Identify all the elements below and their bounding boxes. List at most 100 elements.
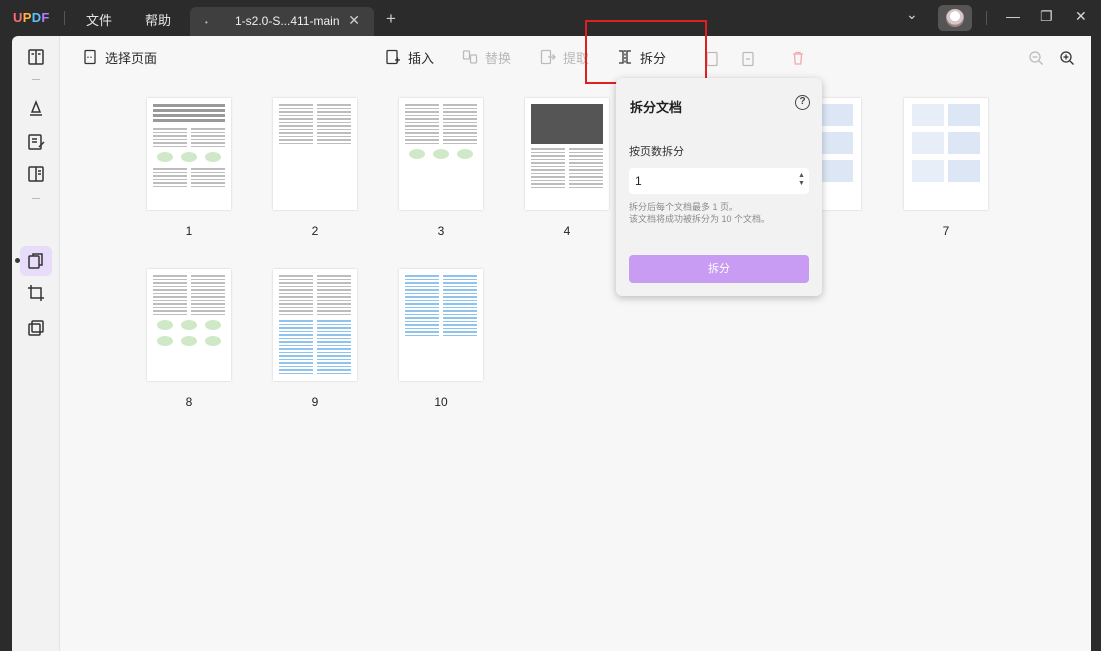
thumbnail-content	[531, 104, 603, 144]
page-action-icon-2[interactable]	[740, 49, 756, 69]
thumbnail-content	[405, 327, 439, 329]
thumbnail-content	[191, 296, 225, 298]
thumbnail-content	[191, 299, 225, 301]
select-pages-label: 选择页面	[105, 50, 158, 66]
thumbnail-content	[279, 111, 313, 113]
page-number-8: 8	[185, 395, 193, 409]
toolbar-separator	[32, 79, 40, 80]
thumbnail-content	[443, 139, 477, 141]
reader-icon[interactable]	[26, 47, 46, 67]
page-thumbnail-1[interactable]	[147, 98, 231, 210]
split-description: 拆分后每个文档最多 1 页。 该文档将成功被拆分为 10 个文档。	[629, 201, 770, 225]
thumbnail-content	[405, 121, 439, 123]
user-avatar[interactable]	[938, 5, 972, 31]
thumbnail-content	[153, 182, 187, 184]
menu-file[interactable]: 文件	[86, 10, 112, 29]
page-rotate-right-icon	[742, 51, 754, 67]
thumbnail-content	[531, 158, 565, 160]
replace-icon	[462, 50, 478, 64]
replace-button[interactable]: 替换	[462, 47, 511, 67]
crop-icon[interactable]	[26, 283, 46, 303]
thumbnail-content	[317, 341, 351, 343]
thumbnail-content	[317, 323, 351, 325]
thumbnail-content	[443, 107, 477, 109]
restore-button[interactable]: ❐	[1040, 8, 1053, 25]
thumbnail-content	[317, 337, 351, 339]
svg-text:••: ••	[87, 55, 93, 61]
page-thumbnail-9[interactable]	[273, 269, 357, 381]
split-confirm-button[interactable]: 拆分	[629, 255, 809, 283]
stepper-arrows[interactable]: ▲ ▼	[798, 172, 805, 188]
select-pages-button[interactable]: •• 选择页面	[82, 47, 157, 67]
logo-letter-u: U	[13, 10, 23, 25]
thumbnail-content	[948, 132, 980, 154]
document-tab[interactable]: • 1-s2.0-S...411-main ✕	[190, 7, 374, 36]
thumbnail-content	[153, 299, 187, 301]
split-button[interactable]: 拆分	[617, 47, 666, 67]
page-thumbnail-8[interactable]	[147, 269, 231, 381]
thumbnail-content	[531, 179, 565, 181]
help-icon[interactable]: ?	[795, 95, 810, 110]
thumbnail-content	[153, 135, 187, 137]
thumbnail-content	[405, 324, 439, 326]
thumbnail-content	[531, 186, 565, 188]
tab-close-icon[interactable]: ✕	[348, 12, 360, 29]
thumbnail-content	[405, 310, 439, 312]
thumbnail-content	[279, 303, 313, 305]
insert-button[interactable]: 插入	[385, 47, 434, 67]
page-action-icon-1[interactable]	[704, 49, 720, 69]
thumbnail-content	[153, 114, 225, 117]
thumbnail-content	[191, 275, 225, 277]
thumbnail-content	[443, 114, 477, 116]
page-thumbnail-4[interactable]	[525, 98, 609, 210]
thumbnail-content	[153, 142, 187, 144]
thumbnail-content	[317, 355, 351, 357]
thumbnail-content	[317, 142, 351, 144]
comment-icon[interactable]	[26, 98, 46, 118]
chevron-down-icon[interactable]: ⌄	[906, 6, 918, 23]
page-thumbnail-7[interactable]	[904, 98, 988, 210]
thumbnail-content	[279, 334, 313, 336]
form-icon[interactable]	[26, 164, 46, 184]
logo-letter-p: P	[22, 10, 32, 25]
thumbnail-content	[405, 303, 439, 305]
thumbnail-content	[279, 355, 313, 357]
thumbnail-content	[153, 138, 187, 140]
menu-help[interactable]: 帮助	[145, 10, 171, 29]
delete-page-button[interactable]	[790, 48, 806, 68]
page-thumbnail-10[interactable]	[399, 269, 483, 381]
updf-logo[interactable]: UPDF	[13, 10, 50, 25]
extract-button[interactable]: 提取	[540, 47, 589, 67]
thumbnail-content	[443, 142, 477, 144]
minimize-button[interactable]: —	[1006, 8, 1020, 24]
thumbnail-content	[405, 285, 439, 287]
thumbnail-content	[443, 282, 477, 284]
page-rotate-icon	[706, 51, 718, 67]
page-thumbnail-2[interactable]	[273, 98, 357, 210]
thumbnail-content	[279, 278, 313, 280]
thumbnail-content	[443, 303, 477, 305]
thumbnail-content	[443, 299, 477, 301]
thumbnail-content	[191, 282, 225, 284]
thumbnail-content	[153, 285, 187, 287]
zoom-out-button[interactable]	[1028, 48, 1044, 68]
page-thumbnail-3[interactable]	[399, 98, 483, 210]
thumbnail-content	[279, 121, 313, 123]
extract-label: 提取	[563, 50, 590, 66]
page-number-1: 1	[185, 224, 193, 238]
thumbnail-content	[317, 114, 351, 116]
thumbnail-content	[821, 104, 853, 126]
organize-pages-icon[interactable]	[26, 251, 46, 271]
thumbnail-content	[443, 104, 477, 106]
thumbnail-content	[569, 162, 603, 164]
replace-label: 替换	[485, 50, 512, 66]
new-tab-button[interactable]: +	[386, 9, 396, 29]
zoom-in-button[interactable]	[1059, 48, 1075, 68]
tools-icon[interactable]	[26, 318, 46, 338]
thumbnail-content	[531, 151, 565, 153]
title-separator	[64, 11, 65, 25]
pages-per-file-input[interactable]	[629, 168, 809, 194]
close-window-button[interactable]: ✕	[1075, 8, 1087, 25]
thumbnail-content	[443, 327, 477, 329]
edit-pdf-icon[interactable]	[26, 132, 46, 152]
